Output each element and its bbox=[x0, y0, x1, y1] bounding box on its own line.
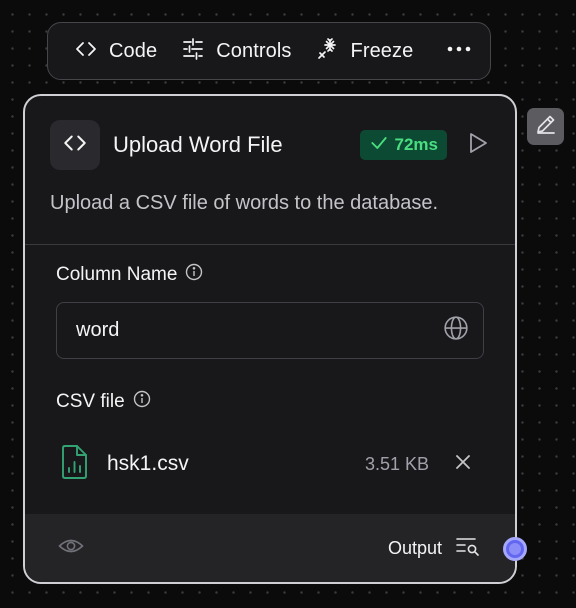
column-name-input[interactable]: word bbox=[56, 302, 484, 359]
more-options-button[interactable] bbox=[442, 31, 476, 71]
run-button[interactable] bbox=[467, 131, 489, 160]
column-name-value[interactable]: word bbox=[76, 319, 443, 342]
run-time-badge: 72ms bbox=[359, 130, 447, 160]
code-icon bbox=[62, 130, 88, 161]
eye-icon[interactable] bbox=[58, 535, 84, 562]
node-footer: Output bbox=[25, 514, 515, 582]
column-name-label: Column Name bbox=[56, 264, 178, 285]
file-name: hsk1.csv bbox=[107, 452, 189, 475]
node-title: Upload Word File bbox=[113, 132, 283, 157]
check-icon bbox=[369, 133, 389, 158]
freeze-button[interactable]: Freeze bbox=[304, 31, 426, 71]
file-chart-icon bbox=[59, 444, 89, 485]
column-name-label-row: Column Name bbox=[56, 263, 203, 287]
freeze-label: Freeze bbox=[350, 39, 414, 62]
controls-button[interactable]: Controls bbox=[169, 31, 303, 71]
output-handle[interactable] bbox=[503, 537, 527, 561]
code-icon bbox=[74, 37, 98, 66]
sliders-icon bbox=[181, 37, 205, 66]
node-card[interactable]: Upload Word File 72ms Upload a CSV file … bbox=[23, 94, 517, 584]
node-header: Upload Word File 72ms bbox=[50, 120, 489, 170]
output-list-icon bbox=[455, 536, 481, 561]
pencil-icon bbox=[534, 112, 558, 141]
csv-file-label-row: CSV file bbox=[56, 390, 151, 414]
output-label: Output bbox=[387, 537, 442, 558]
output-inspect-button[interactable] bbox=[455, 536, 481, 561]
info-icon[interactable] bbox=[133, 390, 151, 414]
node-toolbar: Code Controls Freeze bbox=[47, 22, 491, 80]
node-type-badge bbox=[50, 120, 100, 170]
info-icon[interactable] bbox=[185, 263, 203, 287]
csv-file-label: CSV file bbox=[56, 391, 125, 412]
remove-file-button[interactable] bbox=[453, 452, 473, 477]
uploaded-file-row: hsk1.csv 3.51 KB bbox=[59, 444, 473, 485]
edit-button[interactable] bbox=[527, 108, 564, 145]
file-size: 3.51 KB bbox=[364, 453, 429, 474]
code-label: Code bbox=[109, 39, 158, 62]
globe-icon[interactable] bbox=[443, 315, 469, 346]
snowflake-icon bbox=[316, 37, 340, 66]
controls-label: Controls bbox=[216, 39, 292, 62]
code-button[interactable]: Code bbox=[62, 31, 169, 71]
close-icon bbox=[453, 452, 473, 477]
more-icon bbox=[446, 37, 472, 66]
node-description: Upload a CSV file of words to the databa… bbox=[50, 192, 439, 214]
run-time-text: 72ms bbox=[394, 135, 438, 154]
divider bbox=[25, 244, 515, 245]
play-icon bbox=[467, 131, 489, 160]
